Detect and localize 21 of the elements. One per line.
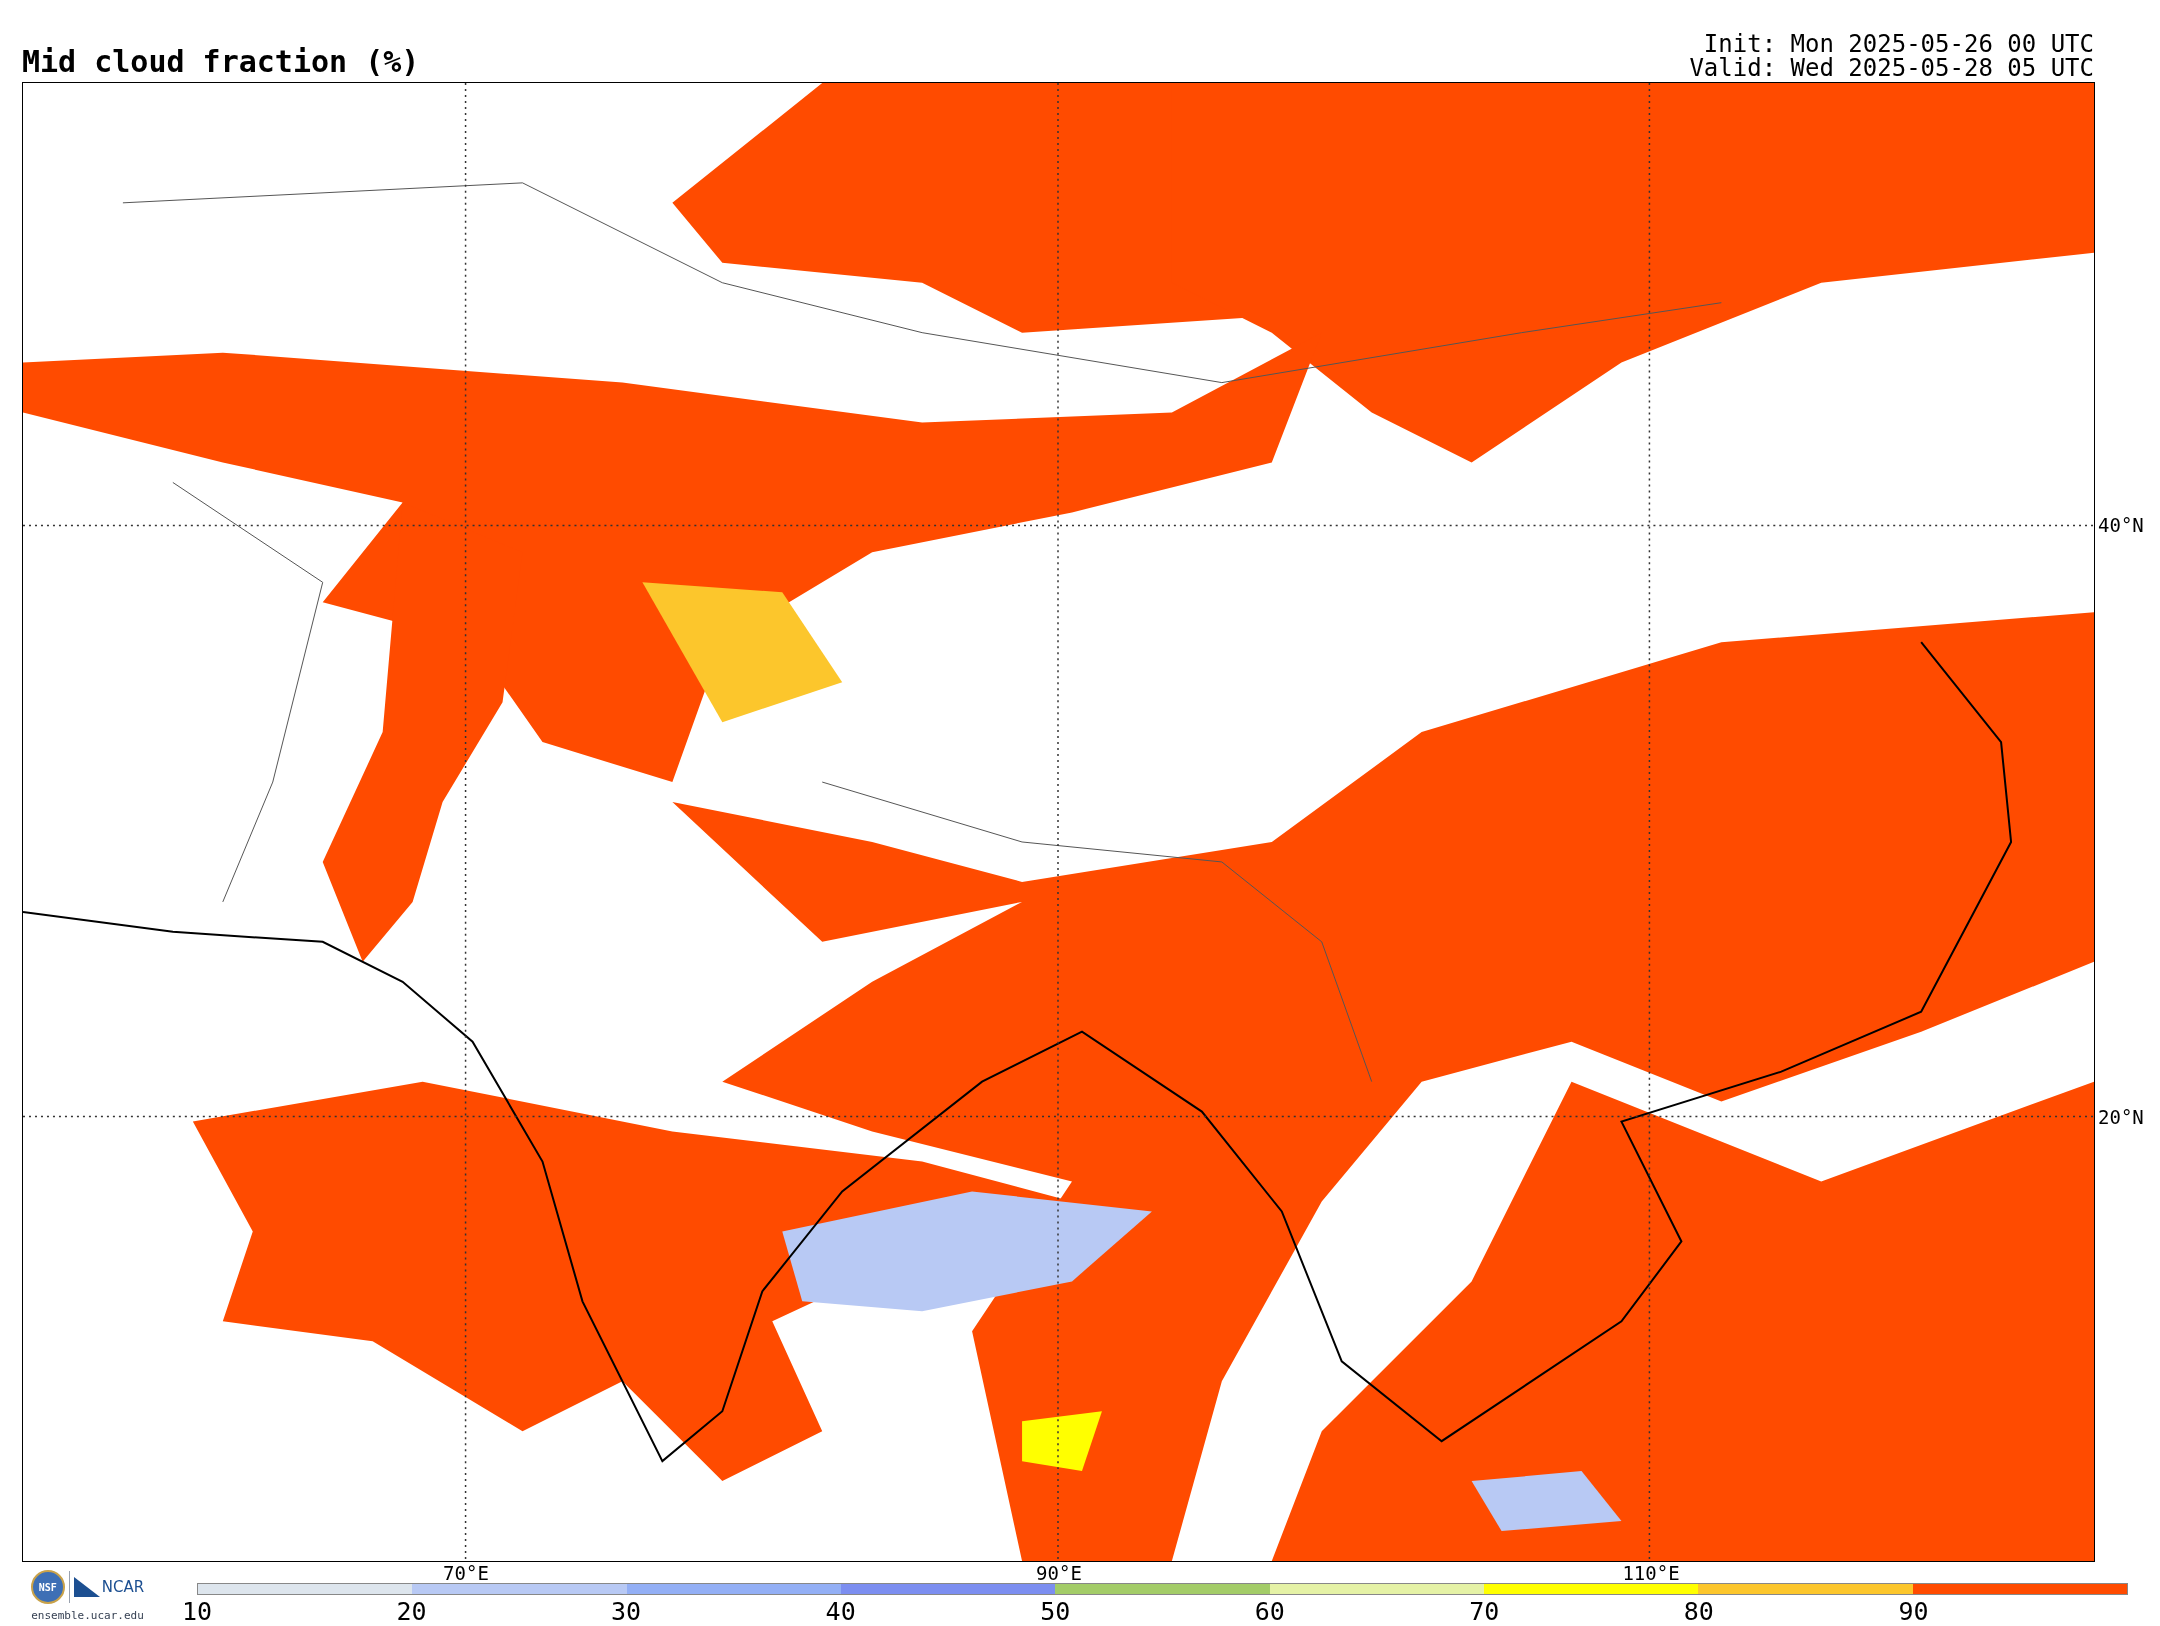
run-info-text: Valid: Wed 2025-05-28 05 UTC [1689,56,2094,80]
latitude-label: 20°N [2098,1108,2144,1127]
longitude-label: 110°E [1622,1564,1680,1583]
ncar-logo-icon [73,1577,100,1597]
colorbar-label: 60 [1254,1599,1285,1624]
run-info-text: Init: Mon 2025-05-26 00 UTC [1703,32,2094,56]
colorbar-label: 70 [1469,1599,1500,1624]
longitude-label: 90°E [1036,1564,1082,1583]
colorbar-label: 90 [1898,1599,1929,1624]
nsf-logo: NSF [30,1570,65,1604]
colorbar-label: 30 [611,1599,642,1624]
colorbar-label: 80 [1683,1599,1714,1624]
colorbar-label: 20 [396,1599,427,1624]
ncar-logo-text: NCAR [101,1576,145,1598]
latitude-label: 40°N [2098,516,2144,535]
colorbar-label: 10 [181,1599,213,1624]
website-url: ensemble.ucar.edu [31,1608,144,1624]
chart-title: Mid cloud fraction (%) [22,47,420,77]
colorbar-label: 50 [1040,1599,1071,1624]
longitude-label: 70°E [443,1564,489,1583]
colorbar-label: 40 [825,1599,856,1624]
